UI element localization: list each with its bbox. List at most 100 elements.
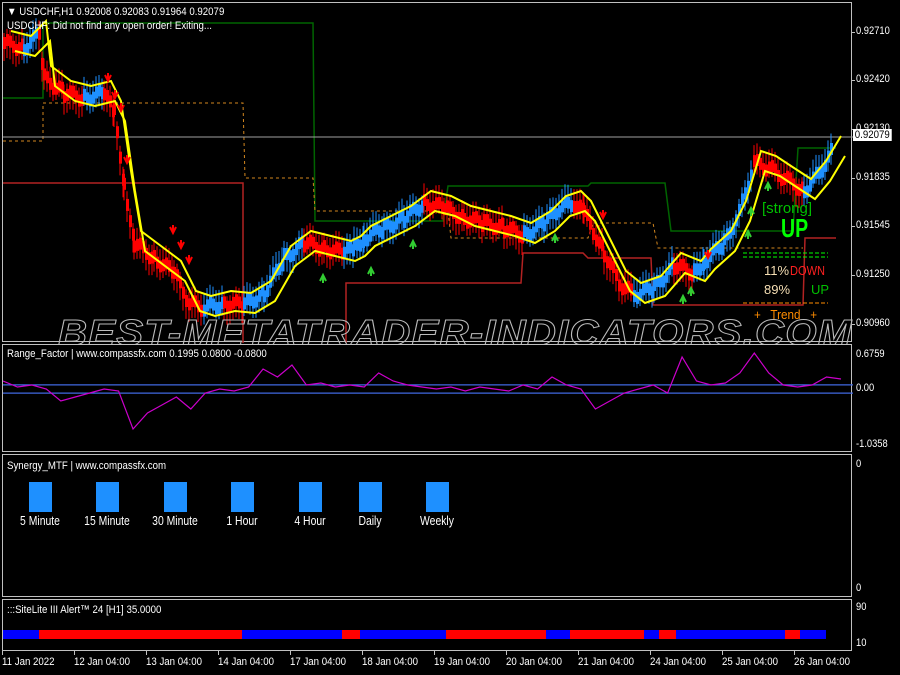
price-tick-label: 0.92420 [856, 73, 890, 85]
candle-body [356, 238, 359, 251]
candle-body [609, 258, 612, 271]
sitelite-axis: 90 10 [852, 599, 900, 651]
price-tick [852, 178, 855, 179]
timeframe-status-block [299, 482, 322, 512]
candle-body [123, 177, 126, 190]
candle-body [653, 279, 656, 292]
collapse-triangle-icon[interactable]: ▼ [7, 6, 19, 18]
time-tick [2, 651, 3, 655]
candle-body [289, 250, 292, 263]
sell-arrow-icon [104, 73, 112, 84]
sitelite-segment [359, 630, 446, 639]
synergy-axis: 0 0 [852, 454, 900, 597]
candle-body [72, 85, 75, 98]
candle-body [526, 227, 529, 240]
range-factor-panel[interactable]: Range_Factor | www.compassfx.com 0.1995 … [2, 344, 853, 452]
buy-arrow-icon [319, 272, 327, 283]
candle-body [435, 197, 438, 210]
candle-body [392, 221, 395, 234]
candle-body [543, 219, 546, 232]
price-tick [852, 324, 855, 325]
candle-body [418, 204, 421, 217]
sell-arrow-icon [185, 255, 193, 266]
sitelite-segment [3, 630, 39, 639]
candle-body [573, 200, 576, 213]
candle-body [43, 68, 46, 81]
candle-body [98, 84, 101, 97]
candle-body [645, 280, 648, 293]
sitelite-segment [570, 630, 644, 639]
candle-body [495, 222, 498, 235]
buy-arrow-icon [551, 232, 559, 243]
synergy-mtf-panel[interactable]: Synergy_MTF | www.compassfx.com 5 Minute… [2, 454, 852, 597]
price-tick-label: 0.92710 [856, 25, 890, 37]
candle-body [389, 220, 392, 233]
sitelite-axis-top: 90 [856, 601, 867, 613]
candle-body [119, 151, 122, 164]
candle-body [252, 296, 255, 309]
candle-body [303, 240, 306, 253]
sell-arrow-icon [177, 240, 185, 251]
candle-body [185, 294, 188, 307]
candle-body [555, 208, 558, 221]
candle-body [395, 217, 398, 230]
candle-body [771, 160, 774, 173]
time-tick [290, 651, 291, 655]
time-tick-label: 13 Jan 04:00 [146, 656, 202, 668]
candle-body [223, 296, 226, 309]
candle-body [472, 211, 475, 224]
candle-body [595, 234, 598, 247]
price-tick [852, 32, 855, 33]
lower-band-line [14, 38, 846, 318]
main-chart-panel[interactable]: ▼ USDCHF,H1 0.92008 0.92083 0.91964 0.92… [2, 2, 853, 343]
candle-body [95, 86, 98, 99]
sitelite-panel[interactable]: :::SiteLite III Alert™ 24 [H1] 35.0000 [2, 599, 852, 651]
candle-body [561, 200, 564, 213]
candle-body [106, 90, 109, 103]
candle-body [343, 246, 346, 259]
timeframe-status-block [29, 482, 52, 512]
candle-body [618, 279, 621, 292]
price-tick [852, 226, 855, 227]
timeframe-label: 4 Hour [294, 513, 326, 528]
candle-body [182, 286, 185, 299]
candle-body [386, 217, 389, 230]
candle-body [206, 299, 209, 312]
timeframe-label: 30 Minute [152, 513, 198, 528]
up-percent: 89% [764, 282, 791, 297]
candle-body [615, 268, 618, 281]
candle-body [509, 221, 512, 234]
candle-body [369, 229, 372, 242]
price-axis: 0.92710 0.92420 0.92130 0.91835 0.91545 0.912… [852, 2, 900, 342]
timeframe-label: 15 Minute [84, 513, 130, 528]
candle-body [133, 240, 136, 253]
candle-body [188, 298, 191, 311]
sell-arrow-icon [169, 225, 177, 236]
signal-direction: UP [781, 213, 809, 243]
range-factor-axis: 0.6759 0.00 -1.0358 [852, 344, 900, 452]
sitelite-segment [658, 630, 677, 639]
candle-body [498, 219, 501, 232]
time-tick [794, 651, 795, 655]
candle-body [329, 247, 332, 260]
candle-body [226, 300, 229, 313]
candle-body [338, 242, 341, 255]
candle-body [753, 155, 756, 168]
candle-body [306, 237, 309, 250]
price-tick-label: 0.90960 [856, 317, 890, 329]
time-tick [74, 651, 75, 655]
candle-body [139, 237, 142, 250]
time-tick [578, 651, 579, 655]
candle-body [446, 200, 449, 213]
time-tick [650, 651, 651, 655]
down-percent: 11% [764, 263, 790, 278]
timeframe-label: 1 Hour [226, 513, 258, 528]
candle-body [243, 297, 246, 310]
buy-arrow-icon [764, 180, 772, 191]
candle-body [741, 193, 744, 206]
candle-body [696, 263, 699, 276]
candle-body [426, 199, 429, 212]
time-tick-label: 11 Jan 2022 [2, 656, 55, 668]
candle-body [606, 256, 609, 269]
candle-body [529, 229, 532, 242]
